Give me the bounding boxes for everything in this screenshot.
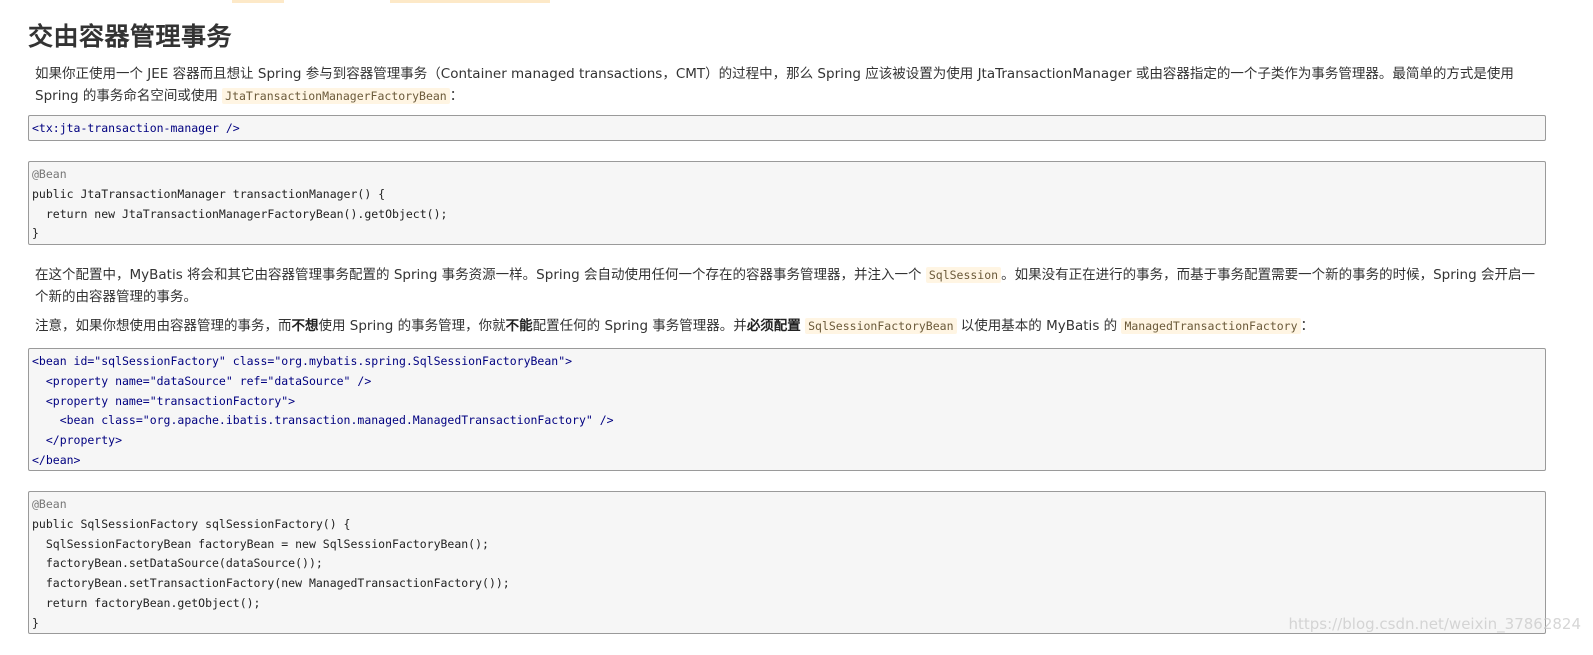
code-line: factoryBean.setDataSource(dataSource()); bbox=[32, 556, 323, 571]
page-title: 交由容器管理事务 bbox=[28, 22, 233, 51]
code-line: <property name="dataSource" ref="dataSou… bbox=[32, 373, 372, 388]
top-highlight-left bbox=[232, 0, 284, 3]
top-highlight-right bbox=[390, 0, 550, 3]
code-line: SqlSessionFactoryBean factoryBean = new … bbox=[32, 536, 489, 551]
config-text: 在这个配置中，MyBatis 将会和其它由容器管理事务配置的 Spring 事务… bbox=[35, 267, 926, 283]
code-line: factoryBean.setTransactionFactory(new Ma… bbox=[32, 576, 510, 591]
code-line: return new JtaTransactionManagerFactoryB… bbox=[32, 206, 448, 221]
code-line: } bbox=[32, 226, 39, 241]
code-line: <bean class="org.apache.ibatis.transacti… bbox=[32, 413, 614, 428]
inline-code-sqlsessionfactorybean: SqlSessionFactoryBean bbox=[805, 318, 957, 334]
code-block-java-sqlsessionfactory: @Bean public SqlSessionFactory sqlSessio… bbox=[28, 491, 1546, 634]
intro-tail: ： bbox=[449, 88, 464, 104]
code-line: <bean id="sqlSessionFactory" class="org.… bbox=[32, 354, 573, 368]
note-text-2: 使用 Spring 的事务管理，你就 bbox=[318, 318, 506, 334]
note-bold-2: 不能 bbox=[505, 318, 533, 334]
code-line: return factoryBean.getObject(); bbox=[32, 595, 261, 610]
note-text-1: 注意，如果你想使用由容器管理的事务，而 bbox=[35, 318, 292, 334]
code-line: public SqlSessionFactory sqlSessionFacto… bbox=[32, 516, 351, 531]
code-line: <tx:jta-transaction-manager /> bbox=[32, 121, 240, 135]
code-line: @Bean bbox=[32, 167, 67, 181]
note-paragraph: 注意，如果你想使用由容器管理的事务，而不想使用 Spring 的事务管理，你就不… bbox=[35, 315, 1545, 337]
note-text-5: 以使用基本的 MyBatis 的 bbox=[956, 318, 1122, 334]
note-bold-3: 必须配置 bbox=[746, 318, 801, 334]
code-line: @Bean bbox=[32, 497, 67, 511]
note-text-3: 配置任何的 Spring 事务管理器。并 bbox=[532, 318, 747, 334]
intro-paragraph: 如果你正使用一个 JEE 容器而且想让 Spring 参与到容器管理事务（Con… bbox=[35, 63, 1545, 107]
code-line: </property> bbox=[32, 433, 123, 448]
code-line: public JtaTransactionManager transaction… bbox=[32, 186, 386, 201]
code-line: </bean> bbox=[32, 452, 81, 467]
inline-code-jta-factory-bean: JtaTransactionManagerFactoryBean bbox=[222, 88, 450, 104]
code-block-xml-sqlsessionfactory: <bean id="sqlSessionFactory" class="org.… bbox=[28, 348, 1546, 471]
code-line: <property name="transactionFactory"> bbox=[32, 393, 296, 408]
note-bold-1: 不想 bbox=[291, 318, 319, 334]
code-block-xml-jta: <tx:jta-transaction-manager /> bbox=[28, 115, 1546, 141]
watermark: https://blog.csdn.net/weixin_37862824 bbox=[1288, 615, 1581, 633]
config-paragraph: 在这个配置中，MyBatis 将会和其它由容器管理事务配置的 Spring 事务… bbox=[35, 264, 1545, 308]
inline-code-managedtransactionfactory: ManagedTransactionFactory bbox=[1121, 318, 1301, 334]
note-tail: ： bbox=[1300, 318, 1315, 334]
code-block-java-jta: @Bean public JtaTransactionManager trans… bbox=[28, 161, 1546, 245]
inline-code-sqlsession: SqlSession bbox=[925, 267, 1002, 283]
